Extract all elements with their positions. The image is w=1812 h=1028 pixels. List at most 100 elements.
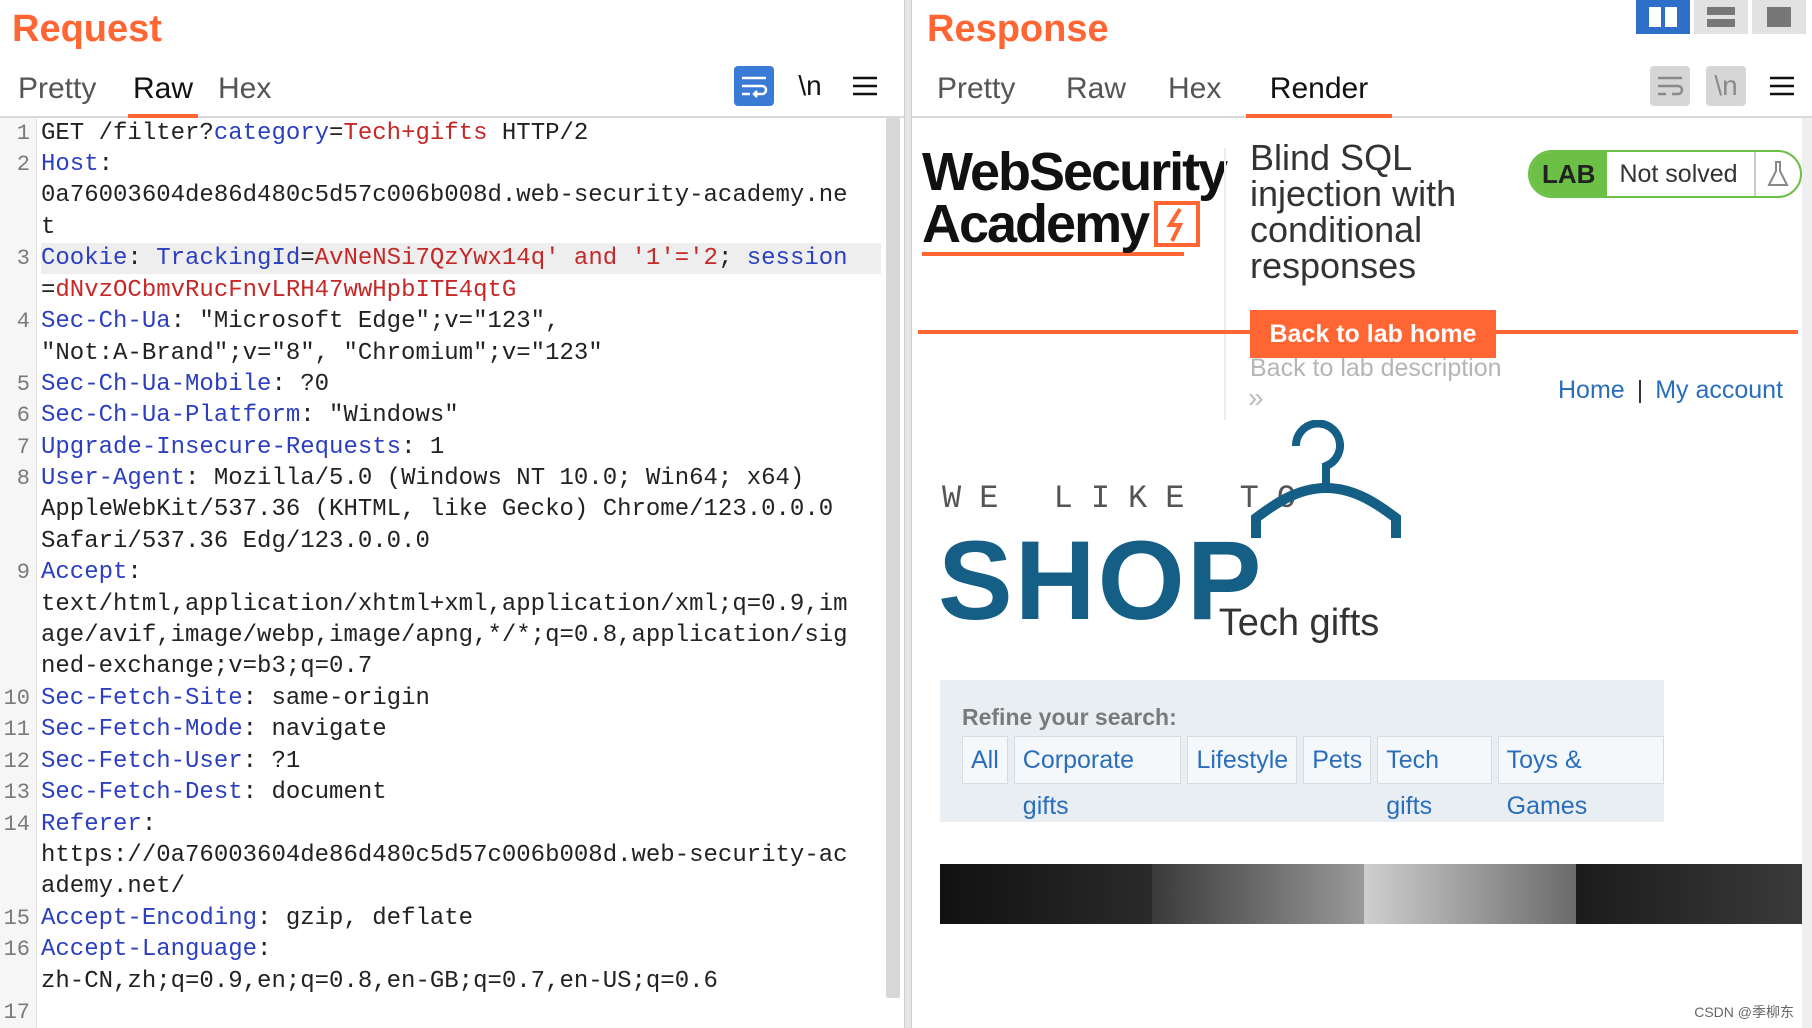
rendered-page: WebSecurity Academy Blind SQL injection … [914,118,1812,1028]
render-scrollbar[interactable] [1802,118,1812,1028]
menu-icon[interactable] [845,66,885,106]
filter-pets[interactable]: Pets [1303,736,1372,784]
line-number: 10 [3,686,30,711]
newline-icon[interactable]: \n [790,66,830,106]
response-title: Response [927,8,1109,50]
code-line: AppleWebKit/537.36 (KHTML, like Gecko) C… [41,496,834,523]
logo-line-1: WebSecurity [922,142,1228,202]
response-tab-pretty[interactable]: Pretty [937,66,1015,114]
line-number: 11 [3,717,30,742]
filter-corporate-gifts[interactable]: Corporate gifts [1013,736,1182,820]
header-divider [1224,148,1226,420]
code-line: Host: [41,151,114,178]
newline-icon[interactable]: \n [1706,66,1746,106]
menu-icon[interactable] [1762,66,1802,106]
code-line: Sec-Fetch-User: ?1 [41,748,301,775]
request-tab-raw[interactable]: Raw [128,66,198,118]
wrap-lines-icon[interactable] [1650,66,1690,106]
code-line: https://0a76003604de86d480c5d57c006b008d… [41,842,848,869]
response-tab-render[interactable]: Render [1246,66,1392,118]
code-line: ned-exchange;v=b3;q=0.7 [41,653,373,680]
wrap-lines-icon[interactable] [734,66,774,106]
product-image[interactable] [1576,864,1812,924]
code-line: Sec-Fetch-Mode: navigate [41,716,387,743]
line-number: 6 [16,403,30,428]
code-line: Accept-Language: [41,936,272,963]
line-number: 3 [16,246,30,271]
code-line: Upgrade-Insecure-Requests: 1 [41,434,445,461]
filter-list: All Corporate gifts Lifestyle Pets Tech … [962,736,1665,820]
product-image[interactable] [1152,864,1364,924]
filter-all[interactable]: All [962,736,1008,784]
code-line: text/html,application/xhtml+xml,applicat… [41,591,848,618]
filter-lifestyle[interactable]: Lifestyle [1187,736,1298,784]
flask-icon [1756,152,1800,196]
code-line: GET /filter?category=Tech+gifts HTTP/2 [41,120,589,147]
product-image[interactable] [1364,864,1576,924]
lightning-icon [1154,201,1201,247]
code-line: ademy.net/ [41,873,186,900]
code-line: age/avif,image/webp,image/apng,*/*;q=0.8… [41,622,848,649]
lab-status-badge: LAB Not solved [1528,150,1802,198]
code-line: Accept-Encoding: gzip, deflate [41,905,474,932]
request-tab-pretty[interactable]: Pretty [18,66,96,114]
line-number: 4 [16,309,30,334]
line-number: 15 [3,906,30,931]
line-number: 8 [16,466,30,491]
line-number: 9 [16,560,30,585]
nav-home-link[interactable]: Home [1558,376,1625,404]
code-line: 0a76003604de86d480c5d57c006b008d.web-sec… [41,182,848,209]
nav-my-account-link[interactable]: My account [1655,376,1783,404]
product-thumbnails [940,864,1812,924]
line-number: 17 [3,1000,30,1025]
response-pane: Response Pretty Raw Hex Render \n WebSec… [912,0,1812,1028]
lab-status: Not solved [1607,152,1756,196]
refine-search-panel: Refine your search: All Corporate gifts … [940,680,1665,822]
pane-divider[interactable] [904,0,912,1028]
request-editor[interactable]: 1 2 3 4 5 6 7 8 9 10 11 12 13 14 15 16 1… [0,118,890,1028]
request-title: Request [12,8,162,50]
code-line: "Not:A-Brand";v="8", "Chromium";v="123" [41,340,603,367]
line-number: 14 [3,812,30,837]
hanger-icon [1251,420,1401,538]
layout-tabs-icon[interactable] [1752,0,1806,34]
code-line: User-Agent: Mozilla/5.0 (Windows NT 10.0… [41,465,805,492]
line-number: 16 [3,937,30,962]
code-line: Accept: [41,559,142,586]
web-security-academy-logo[interactable]: WebSecurity Academy [922,142,1228,256]
filter-tech-gifts[interactable]: Tech gifts [1377,736,1492,820]
request-scrollbar[interactable] [886,118,900,998]
product-image[interactable] [940,864,1152,924]
code-line: Sec-Ch-Ua: "Microsoft Edge";v="123", [41,308,560,335]
line-number: 7 [16,435,30,460]
top-nav: Home | My account [1558,376,1783,405]
filter-toys-games[interactable]: Toys & Games [1497,736,1665,820]
nav-separator: | [1636,376,1644,404]
code-line: t [41,214,56,241]
category-heading: Tech gifts [1218,602,1380,644]
code-line: Sec-Fetch-Site: same-origin [41,685,430,712]
code-line: Sec-Ch-Ua-Platform: "Windows" [41,402,459,429]
code-line: Sec-Fetch-Dest: document [41,779,387,806]
code-line: Referer: [41,811,157,838]
response-tab-raw[interactable]: Raw [1066,66,1126,114]
line-number: 2 [16,152,30,177]
line-number: 1 [16,121,30,146]
code-line: Cookie: TrackingId=AvNeNSi7QzYwx14q' and… [41,243,881,275]
lab-title: Blind SQL injection with conditional res… [1250,137,1457,286]
chevron-right-icon: » [1248,382,1264,413]
lab-label: LAB [1530,152,1608,196]
code-line: Sec-Ch-Ua-Mobile: ?0 [41,371,330,398]
code-line: Safari/537.36 Edg/123.0.0.0 [41,528,430,555]
request-pane: Request Pretty Raw Hex \n 1 2 3 4 5 6 7 … [0,0,904,1028]
line-number: 5 [16,372,30,397]
line-number: 12 [3,749,30,774]
logo-line-2: Academy [922,194,1150,254]
back-to-lab-description-link[interactable]: Back to lab description [1250,354,1502,383]
back-to-lab-home-button[interactable]: Back to lab home [1250,310,1496,358]
code-line: zh-CN,zh;q=0.9,en;q=0.8,en-GB;q=0.7,en-U… [41,968,718,995]
response-tab-hex[interactable]: Hex [1168,66,1221,114]
layout-side-by-side-icon[interactable] [1636,0,1690,34]
layout-stacked-icon[interactable] [1694,0,1748,34]
request-tab-hex[interactable]: Hex [218,66,271,114]
